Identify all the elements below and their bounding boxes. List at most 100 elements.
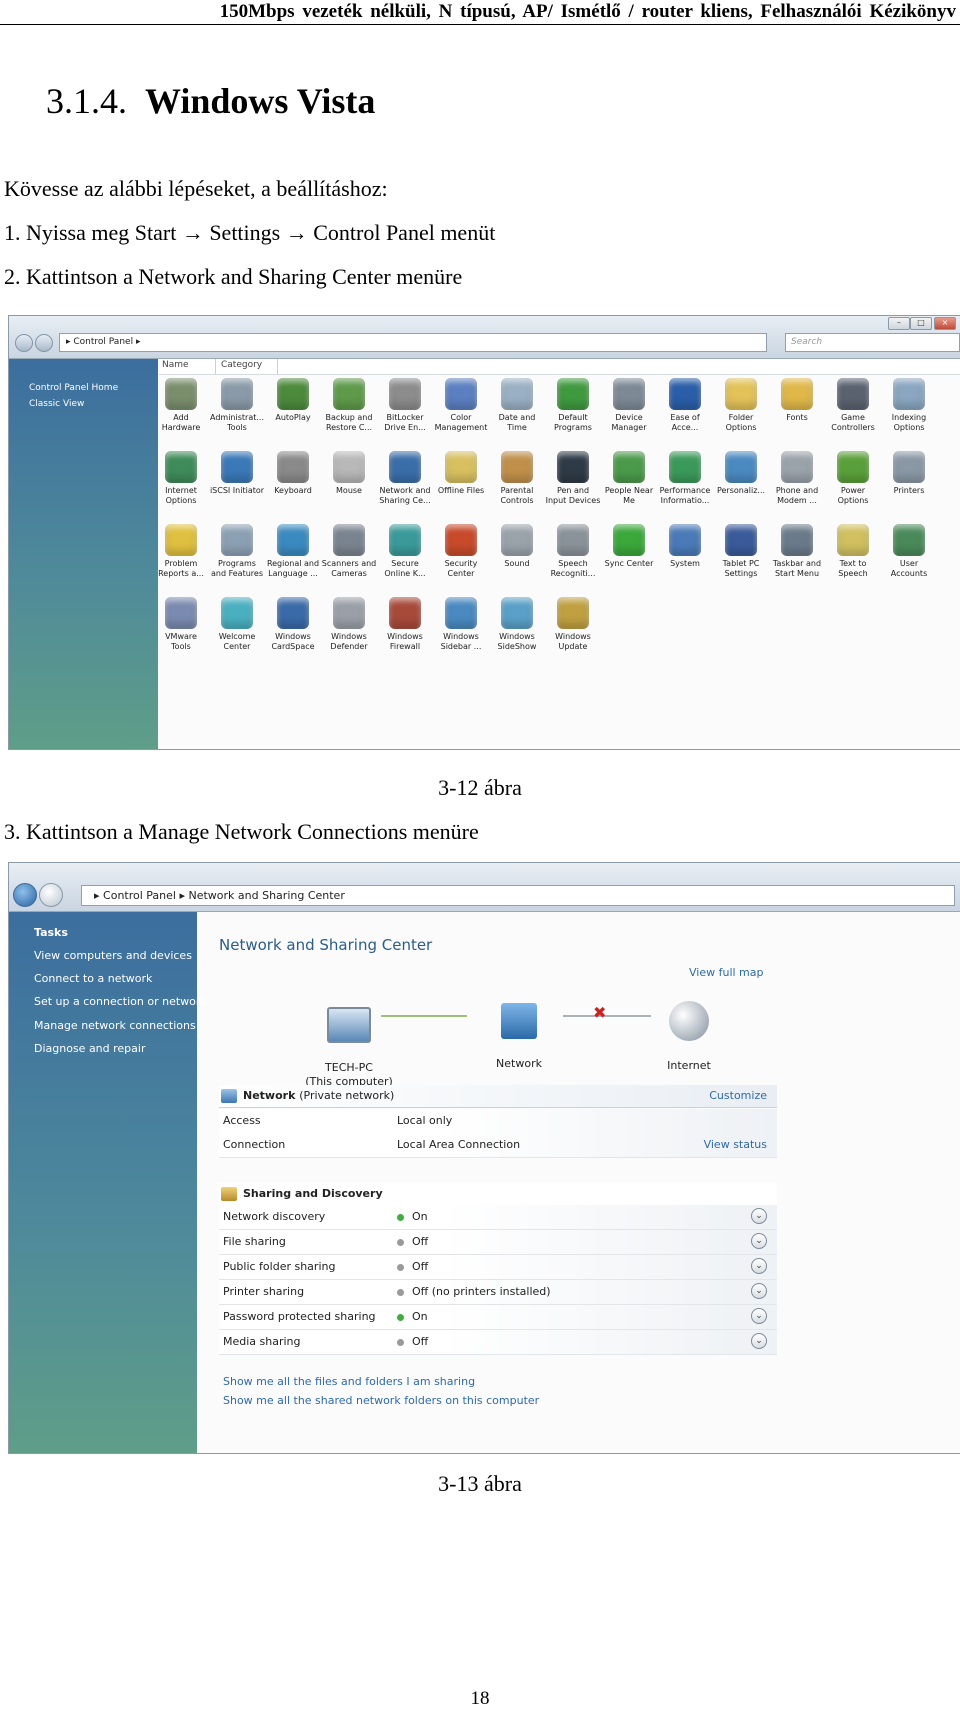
intro-text: Kövesse az alábbi lépéseket, a beállítás… (4, 176, 388, 201)
show-shared-folders-link[interactable]: Show me all the shared network folders o… (223, 1394, 539, 1407)
expand-chevron-icon[interactable]: ⌄ (751, 1233, 767, 1249)
internet-node[interactable]: Internet (649, 987, 729, 1073)
control-panel-item[interactable]: Windows Sidebar ... (433, 597, 489, 663)
sharing-status-text: Off (no printers installed) (412, 1285, 551, 1298)
control-panel-item[interactable]: Color Management (433, 378, 489, 444)
control-panel-item[interactable]: Pen and Input Devices (545, 451, 601, 517)
control-panel-item-icon (221, 378, 253, 410)
control-panel-item[interactable]: Power Options (825, 451, 881, 517)
customize-link[interactable]: Customize (709, 1089, 767, 1102)
control-panel-item[interactable]: Internet Options (153, 451, 209, 517)
network-node[interactable]: Network (479, 989, 559, 1071)
control-panel-item[interactable]: Windows SideShow (489, 597, 545, 663)
control-panel-item-icon (613, 451, 645, 483)
control-panel-item[interactable]: Sync Center (601, 524, 657, 590)
control-panel-item[interactable]: Personaliz... (713, 451, 769, 517)
control-panel-item[interactable]: Phone and Modem ... (769, 451, 825, 517)
control-panel-item-label: People Near Me (604, 486, 654, 505)
control-panel-item[interactable]: Welcome Center (209, 597, 265, 663)
sharing-status-text: Off (412, 1335, 429, 1348)
control-panel-item[interactable]: Fonts (769, 378, 825, 444)
control-panel-item[interactable]: BitLocker Drive En... (377, 378, 433, 444)
control-panel-item[interactable]: Performance Informatio... (657, 451, 713, 517)
control-panel-item-label: Programs and Features (211, 559, 263, 578)
task-manage-connections[interactable]: Manage network connections (34, 1019, 196, 1032)
control-panel-item[interactable]: Windows Firewall (377, 597, 433, 663)
control-panel-item-icon (669, 451, 701, 483)
control-panel-item[interactable]: Scanners and Cameras (321, 524, 377, 590)
control-panel-item[interactable]: Security Center (433, 524, 489, 590)
control-panel-item[interactable]: Ease of Acce... (657, 378, 713, 444)
expand-chevron-icon[interactable]: ⌄ (751, 1208, 767, 1224)
control-panel-item[interactable]: Folder Options (713, 378, 769, 444)
control-panel-item[interactable]: iSCSI Initiator (209, 451, 265, 517)
control-panel-item[interactable]: Backup and Restore C... (321, 378, 377, 444)
task-view-computers[interactable]: View computers and devices (34, 949, 192, 962)
control-panel-item[interactable]: Indexing Options (881, 378, 937, 444)
expand-chevron-icon[interactable]: ⌄ (751, 1333, 767, 1349)
control-panel-item[interactable]: Mouse (321, 451, 377, 517)
control-panel-item-icon (725, 524, 757, 556)
view-status-link[interactable]: View status (704, 1138, 767, 1151)
control-panel-item[interactable]: Speech Recogniti... (545, 524, 601, 590)
show-shared-files-link[interactable]: Show me all the files and folders I am s… (223, 1375, 475, 1388)
minimize-button[interactable]: – (888, 317, 910, 330)
control-panel-item[interactable]: System (657, 524, 713, 590)
column-header-name[interactable]: Name (162, 360, 189, 370)
control-panel-item[interactable]: Programs and Features (209, 524, 265, 590)
task-diagnose-repair[interactable]: Diagnose and repair (34, 1042, 146, 1055)
control-panel-item[interactable]: Parental Controls (489, 451, 545, 517)
control-panel-item[interactable]: User Accounts (881, 524, 937, 590)
breadcrumb-nsc[interactable]: Network and Sharing Center (188, 889, 344, 902)
maximize-button[interactable]: □ (910, 317, 932, 330)
control-panel-item[interactable]: Secure Online K... (377, 524, 433, 590)
control-panel-item-icon (501, 597, 533, 629)
control-panel-item[interactable]: Regional and Language ... (265, 524, 321, 590)
control-panel-item[interactable]: AutoPlay (265, 378, 321, 444)
sidebar-item-home[interactable]: Control Panel Home (29, 383, 118, 393)
back-icon[interactable] (15, 334, 33, 352)
control-panel-item[interactable]: Printers (881, 451, 937, 517)
control-panel-item[interactable]: Windows Update (545, 597, 601, 663)
search-input[interactable]: Search (785, 333, 960, 352)
control-panel-item-label: Performance Informatio... (659, 486, 711, 505)
expand-chevron-icon[interactable]: ⌄ (751, 1283, 767, 1299)
control-panel-item[interactable]: Text to Speech (825, 524, 881, 590)
control-panel-item[interactable]: Keyboard (265, 451, 321, 517)
computer-node[interactable]: TECH-PC (This computer) (299, 993, 399, 1089)
control-panel-item[interactable]: Problem Reports a... (153, 524, 209, 590)
control-panel-item[interactable]: Administrat... Tools (209, 378, 265, 444)
address-bar[interactable]: ▸ Control Panel ▸ (59, 333, 767, 352)
control-panel-item[interactable]: Taskbar and Start Menu (769, 524, 825, 590)
expand-chevron-icon[interactable]: ⌄ (751, 1258, 767, 1274)
sharing-title: Sharing and Discovery (243, 1187, 383, 1200)
address-bar[interactable]: ▸ Control Panel ▸ Network and Sharing Ce… (81, 885, 955, 906)
column-header-category[interactable]: Category (221, 360, 262, 370)
control-panel-item-label: Pen and Input Devices (545, 486, 601, 505)
control-panel-item[interactable]: Network and Sharing Ce... (377, 451, 433, 517)
close-button[interactable]: × (934, 317, 956, 330)
control-panel-item[interactable]: Add Hardware (153, 378, 209, 444)
row-label: Access (223, 1114, 261, 1127)
sharing-row: File sharing Off ⌄ (219, 1230, 777, 1255)
breadcrumb-control-panel[interactable]: Control Panel (103, 889, 176, 902)
control-panel-item[interactable]: Default Programs (545, 378, 601, 444)
task-connect-network[interactable]: Connect to a network (34, 972, 152, 985)
control-panel-item[interactable]: Date and Time (489, 378, 545, 444)
control-panel-item[interactable]: Game Controllers (825, 378, 881, 444)
sidebar-item-classic-view[interactable]: Classic View (29, 399, 84, 409)
control-panel-item[interactable]: Device Manager (601, 378, 657, 444)
control-panel-item[interactable]: Sound (489, 524, 545, 590)
control-panel-item[interactable]: Tablet PC Settings (713, 524, 769, 590)
control-panel-item[interactable]: Offline Files (433, 451, 489, 517)
control-panel-item[interactable]: Windows Defender (321, 597, 377, 663)
forward-arrow-icon[interactable] (39, 883, 63, 907)
back-arrow-icon[interactable] (13, 883, 37, 907)
task-setup-connection[interactable]: Set up a connection or network (34, 995, 207, 1008)
view-full-map-link[interactable]: View full map (689, 966, 764, 979)
expand-chevron-icon[interactable]: ⌄ (751, 1308, 767, 1324)
control-panel-item[interactable]: People Near Me (601, 451, 657, 517)
forward-icon[interactable] (35, 334, 53, 352)
control-panel-item[interactable]: VMware Tools (153, 597, 209, 663)
control-panel-item[interactable]: Windows CardSpace (265, 597, 321, 663)
